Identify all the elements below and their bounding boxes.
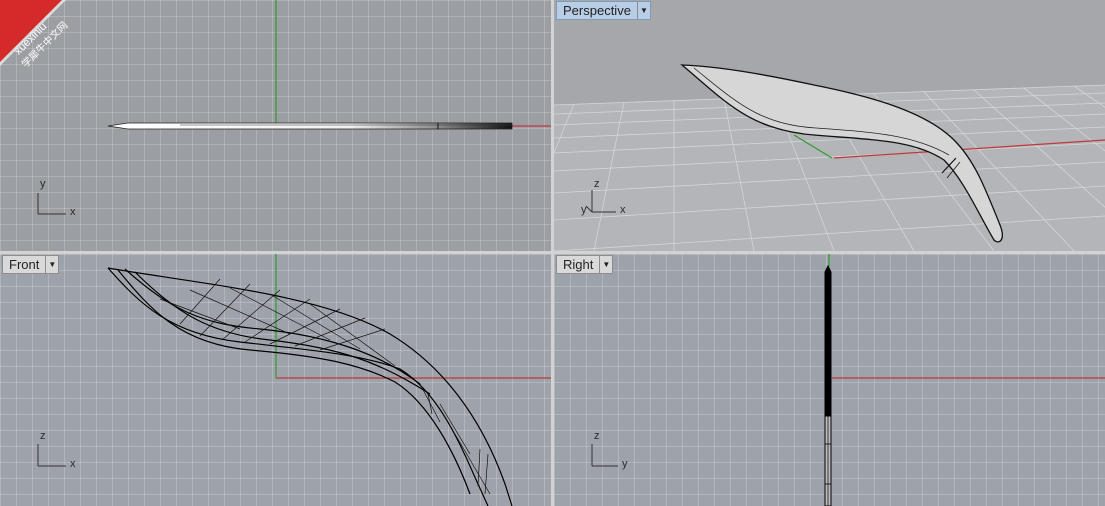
tab-perspective[interactable]: Perspective ▼ bbox=[556, 1, 651, 20]
right-view-canvas bbox=[591, 254, 1105, 506]
tab-front-label: Front bbox=[9, 257, 40, 272]
viewport-top[interactable]: y x bbox=[0, 0, 551, 251]
viewport-perspective[interactable]: Perspective ▼ z x y bbox=[554, 0, 1105, 251]
viewport-divider-horizontal[interactable] bbox=[0, 251, 1105, 254]
blade-right-profile bbox=[824, 264, 832, 417]
perspective-view-canvas bbox=[554, 64, 1105, 251]
tab-right[interactable]: Right ▼ bbox=[556, 255, 614, 274]
axis-label-x: x bbox=[70, 458, 76, 470]
tab-perspective-label: Perspective bbox=[563, 3, 631, 18]
blade-top-outline bbox=[107, 122, 513, 130]
triangle-down-icon[interactable]: ▼ bbox=[45, 256, 58, 273]
rhino-viewports: y x Perspective ▼ z x y Front ▼ z x Righ… bbox=[0, 0, 1105, 506]
axis-icon bbox=[37, 444, 66, 467]
tab-front[interactable]: Front ▼ bbox=[2, 255, 60, 274]
tab-right-label: Right bbox=[563, 257, 594, 272]
axis-label-z: z bbox=[40, 430, 46, 442]
blade-front-isocurves bbox=[159, 278, 491, 495]
viewport-right[interactable]: Right ▼ z y bbox=[554, 254, 1105, 506]
front-view-canvas bbox=[37, 254, 551, 506]
axis-icon bbox=[37, 193, 66, 215]
triangle-down-icon[interactable]: ▼ bbox=[636, 2, 650, 19]
top-view-canvas bbox=[37, 0, 551, 215]
axis-label-z: z bbox=[594, 430, 600, 442]
axis-label-z: z bbox=[594, 178, 600, 190]
axis-label-y: y bbox=[622, 458, 628, 470]
axis-label-x: x bbox=[70, 206, 76, 218]
axis-label-y: y bbox=[581, 204, 587, 216]
blade-front-wireframe bbox=[107, 267, 513, 506]
viewport-front[interactable]: Front ▼ z x bbox=[0, 254, 551, 506]
axis-label-y: y bbox=[40, 178, 46, 190]
triangle-down-icon[interactable]: ▼ bbox=[599, 256, 612, 273]
axis-icon bbox=[591, 444, 618, 467]
axis-label-x: x bbox=[620, 204, 626, 216]
